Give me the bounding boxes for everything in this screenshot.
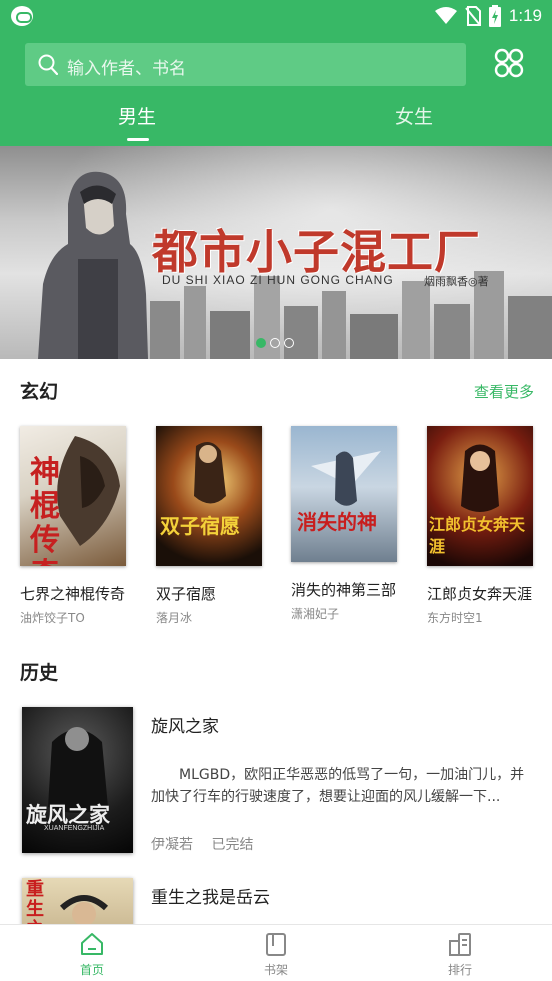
book-title[interactable]: 双子宿愿: [156, 583, 216, 604]
search-input[interactable]: 输入作者、书名: [25, 43, 466, 86]
nav-item-home[interactable]: 首页: [62, 931, 122, 978]
section-title-history: 历史: [20, 662, 59, 684]
status-time: 1:19: [508, 6, 542, 25]
nav-label: 首页: [79, 963, 104, 977]
app-notification-icon: [11, 6, 33, 26]
bottom-navigation: 首页 书架 排行: [0, 924, 552, 981]
book-card[interactable]: 神棍传奇: [20, 426, 130, 566]
banner-carousel[interactable]: 都市小子混工厂 DU SHI XIAO ZI HUN GONG CHANG 烟雨…: [0, 146, 552, 359]
book-author: 潇湘妃子: [291, 607, 340, 621]
banner-subtitle: DU SHI XIAO ZI HUN GONG CHANG: [162, 273, 394, 287]
nav-item-ranking[interactable]: 排行: [430, 931, 490, 978]
tab-male[interactable]: 男生: [118, 102, 156, 129]
view-more-link[interactable]: 查看更多: [474, 381, 534, 402]
cover-title-art: 双子宿愿: [160, 514, 240, 538]
tab-indicator: [127, 138, 149, 141]
book-author: 落月冰: [156, 611, 193, 625]
history-cover: 旋风之家 XUANFENGZHIJIA: [22, 707, 133, 853]
ranking-icon: [449, 933, 471, 956]
battery-charging-icon: [488, 5, 501, 27]
nav-item-bookshelf[interactable]: 书架: [246, 931, 306, 978]
nav-label: 书架: [263, 963, 288, 977]
status-bar: 1:19: [0, 0, 552, 32]
hooded-figure-image: [38, 171, 148, 359]
history-meta: 伊凝若 已完结: [151, 834, 267, 854]
carousel-dot[interactable]: [284, 338, 294, 348]
cover-title-art: 神棍传奇: [30, 455, 60, 567]
history-author: 伊凝若: [151, 837, 193, 853]
search-placeholder: 输入作者、书名: [67, 59, 186, 79]
book-cover: 双子宿愿: [156, 426, 262, 566]
history-status: 已完结: [211, 837, 254, 853]
history-item[interactable]: 重生之 重生之我是岳云: [0, 878, 552, 981]
status-right: 1:19: [434, 4, 542, 28]
book-card[interactable]: 双子宿愿: [156, 426, 266, 566]
history-item[interactable]: 旋风之家 XUANFENGZHIJIA 旋风之家 MLGBD，欧阳正华恶恶的低骂…: [0, 707, 552, 857]
book-author: 东方时空1: [427, 611, 483, 625]
book-title[interactable]: 江郎贞女奔天涯: [427, 583, 532, 604]
history-description: MLGBD，欧阳正华恶恶的低骂了一句，一加油门儿，并加快了行车的行驶速度了，想要…: [151, 767, 525, 805]
wifi-icon: [434, 7, 457, 24]
cover-title-art: 消失的神: [297, 510, 377, 534]
cover-title-art: 江郎贞女奔天涯: [429, 515, 526, 556]
home-icon: [81, 933, 103, 955]
cover-art: [311, 451, 381, 506]
carousel-dot[interactable]: [270, 338, 280, 348]
carousel-dot[interactable]: [256, 338, 266, 348]
header: 1:19 输入作者、书名 男生 女生: [0, 0, 552, 146]
search-icon: [38, 54, 58, 75]
banner-author: 烟雨飘香◎著: [424, 275, 489, 288]
carousel-indicator: [256, 338, 294, 348]
section-title-fantasy: 玄幻: [20, 381, 59, 403]
history-title[interactable]: 旋风之家: [151, 712, 219, 737]
bookshelf-icon: [266, 933, 286, 956]
app-root: 1:19 输入作者、书名 男生 女生 都市小子混工厂 DU SHI XIAO Z…: [0, 0, 552, 981]
book-card[interactable]: 消失的神: [291, 426, 401, 562]
book-cover: 神棍传奇: [20, 426, 126, 566]
history-title[interactable]: 重生之我是岳云: [151, 883, 270, 908]
cover-subtitle: XUANFENGZHIJIA: [44, 825, 105, 832]
cover-art: [194, 442, 226, 504]
book-title[interactable]: 消失的神第三部: [291, 579, 396, 600]
book-cover: 消失的神: [291, 426, 397, 562]
nav-label: 排行: [447, 963, 472, 977]
book-author: 油炸饺子TO: [20, 611, 85, 625]
tab-female[interactable]: 女生: [395, 102, 433, 129]
category-grid-icon[interactable]: [494, 48, 524, 78]
book-cover: 江郎贞女奔天涯: [427, 426, 533, 566]
book-title[interactable]: 七界之神棍传奇: [20, 583, 125, 604]
book-card[interactable]: 江郎贞女奔天涯: [427, 426, 537, 566]
no-sim-icon: [465, 6, 481, 26]
